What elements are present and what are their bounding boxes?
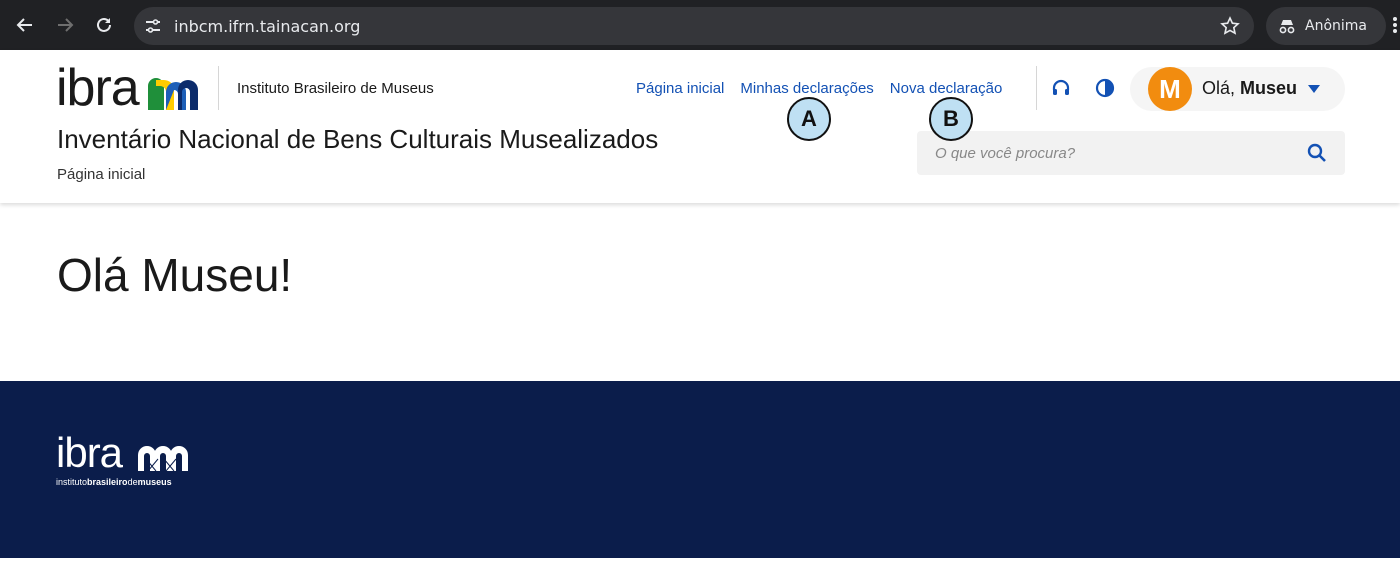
contrast-button[interactable] [1094, 77, 1116, 99]
header-divider [218, 66, 219, 110]
forward-button[interactable] [53, 13, 77, 37]
bookmark-star-icon[interactable] [1220, 16, 1240, 41]
footer: ibra institutobrasileirodemuseus [0, 381, 1400, 558]
search-icon[interactable] [1307, 143, 1327, 168]
footer-sub-2: brasileiro [87, 477, 128, 487]
accessibility-button[interactable] [1050, 77, 1072, 99]
footer-sub-1: instituto [56, 477, 88, 487]
org-name: Instituto Brasileiro de Museus [237, 80, 434, 97]
greeting-prefix: Olá, [1202, 78, 1236, 98]
footer-logo-subtitle: institutobrasileirodemuseus [56, 477, 172, 487]
footer-logo-m-mark [138, 446, 188, 471]
footer-sub-3: de [127, 477, 138, 487]
site-info-icon[interactable] [144, 17, 162, 40]
nav-divider [1036, 66, 1037, 110]
back-arrow-icon [16, 18, 32, 32]
site-header: ibra Instituto Brasileiro de Museus Inve… [0, 50, 1400, 203]
address-bar[interactable]: inbcm.ifrn.tainacan.org [134, 7, 1254, 45]
annotation-marker-b: B [929, 97, 973, 141]
caret-down-icon [1308, 85, 1320, 93]
user-menu[interactable]: M Olá, Museu [1130, 67, 1345, 111]
footer-logo-text: ibra [56, 429, 123, 476]
breadcrumb: Página inicial [57, 166, 146, 183]
site-title[interactable]: Inventário Nacional de Bens Culturais Mu… [57, 124, 658, 155]
contrast-icon [1095, 78, 1115, 98]
reload-button[interactable] [92, 13, 116, 37]
url-text[interactable]: inbcm.ifrn.tainacan.org [174, 17, 360, 36]
search-input[interactable] [917, 131, 1297, 175]
nav-link-home[interactable]: Página inicial [636, 80, 724, 97]
reload-icon [97, 17, 111, 32]
footer-logo[interactable]: ibra institutobrasileirodemuseus [56, 429, 196, 493]
avatar: M [1148, 67, 1192, 111]
logo-m-mark [148, 78, 198, 110]
forward-arrow-icon [58, 18, 74, 32]
back-button[interactable] [13, 13, 37, 37]
annotation-marker-a: A [787, 97, 831, 141]
page-heading: Olá Museu! [57, 249, 293, 301]
user-greeting: Olá, Museu [1202, 78, 1297, 99]
browser-menu-icon[interactable] [1392, 16, 1398, 39]
user-name: Museu [1240, 78, 1298, 98]
logo-text: ibra [56, 59, 140, 117]
headset-icon [1052, 79, 1070, 95]
search-bar [917, 131, 1345, 175]
nav-link-new-declaration[interactable]: Nova declaração [890, 80, 1003, 97]
footer-sub-4: museus [137, 477, 172, 487]
browser-toolbar: inbcm.ifrn.tainacan.org Anônima [0, 0, 1400, 50]
top-nav: Página inicial Minhas declarações Nova d… [636, 80, 1002, 97]
incognito-label: Anônima [1305, 18, 1367, 34]
incognito-badge[interactable]: Anônima [1266, 7, 1386, 45]
incognito-icon [1279, 20, 1295, 34]
nav-link-my-declarations[interactable]: Minhas declarações [740, 80, 873, 97]
